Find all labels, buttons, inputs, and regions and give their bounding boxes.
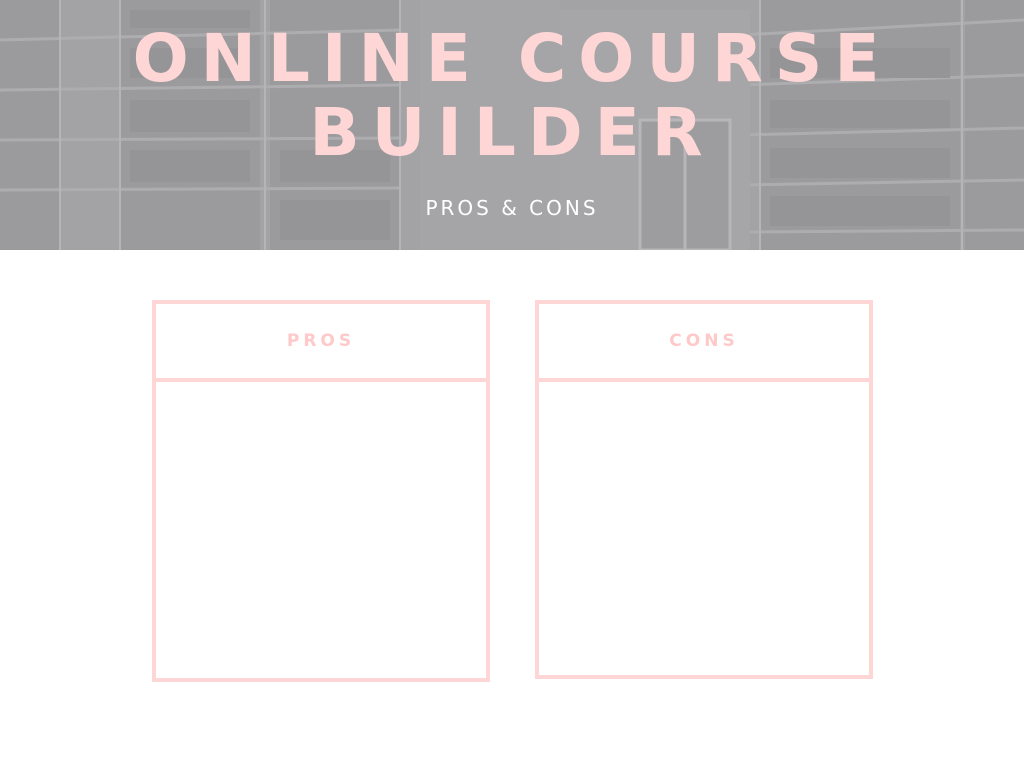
page-subtitle: PROS & CONS — [425, 196, 599, 220]
cons-heading: CONS — [669, 331, 739, 351]
pros-content-area[interactable] — [156, 382, 486, 678]
title-line-2: BUILDER — [309, 94, 715, 171]
hero-banner: ONLINE COURSE BUILDER PROS & CONS — [0, 0, 1024, 250]
pros-card-header: PROS — [156, 304, 486, 382]
pros-heading: PROS — [286, 331, 356, 351]
cons-card-header: CONS — [539, 304, 869, 382]
title-line-1: ONLINE COURSE — [132, 20, 892, 97]
page-title: ONLINE COURSE BUILDER — [0, 22, 1024, 170]
cons-content-area[interactable] — [539, 382, 869, 675]
cons-card: CONS — [535, 300, 873, 679]
pros-card: PROS — [152, 300, 490, 682]
